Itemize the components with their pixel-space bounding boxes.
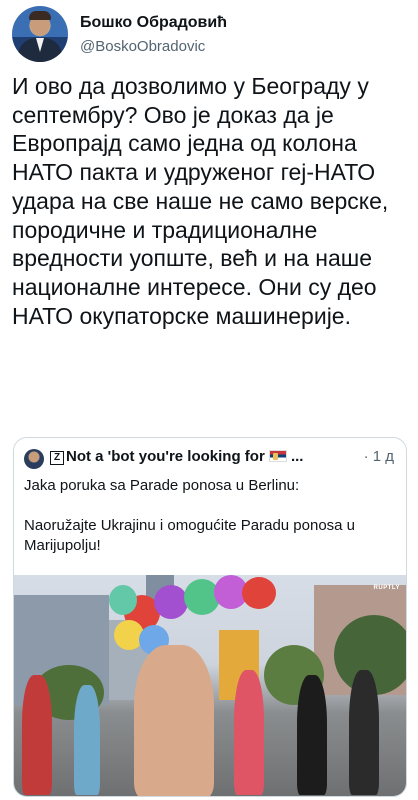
quoted-tweet-header: Z Not a 'bot you're looking for ... · 1 д <box>24 448 396 470</box>
author-avatar[interactable] <box>12 6 68 62</box>
balloon <box>242 577 276 609</box>
parade-participant <box>297 675 327 795</box>
quoted-author-name-text: Not a 'bot you're looking for <box>66 448 265 465</box>
author-name[interactable]: Бошко Обрадовић <box>80 14 227 32</box>
z-square-icon: Z <box>50 451 64 465</box>
quoted-author-name[interactable]: Z Not a 'bot you're looking for ... <box>50 448 303 465</box>
name-truncation: ... <box>290 448 304 465</box>
quoted-tweet-time[interactable]: · 1 д <box>364 448 394 465</box>
balloon <box>154 585 188 619</box>
serbia-flag-icon <box>268 450 287 462</box>
parade-participant <box>22 675 52 795</box>
quoted-author-avatar[interactable] <box>24 449 44 469</box>
tweet-text: И ово да дозволимо у Београду у септембр… <box>12 73 389 329</box>
parade-participant <box>349 670 379 795</box>
quoted-tweet-text: Jaka poruka sa Parade ponosa u Berlinu: … <box>24 477 356 554</box>
quoted-tweet[interactable]: Z Not a 'bot you're looking for ... · 1 д… <box>13 437 407 797</box>
tweet-header: Бошко Обрадовић @BoskoObradovic <box>12 6 406 64</box>
quoted-tweet-media[interactable]: RUPTLY <box>14 575 406 796</box>
parade-participant <box>234 670 264 795</box>
parade-participant <box>134 645 214 796</box>
balloon <box>109 585 137 615</box>
parade-participant <box>74 685 100 795</box>
author-handle[interactable]: @BoskoObradovic <box>80 38 205 55</box>
media-watermark: RUPTLY <box>373 585 400 591</box>
